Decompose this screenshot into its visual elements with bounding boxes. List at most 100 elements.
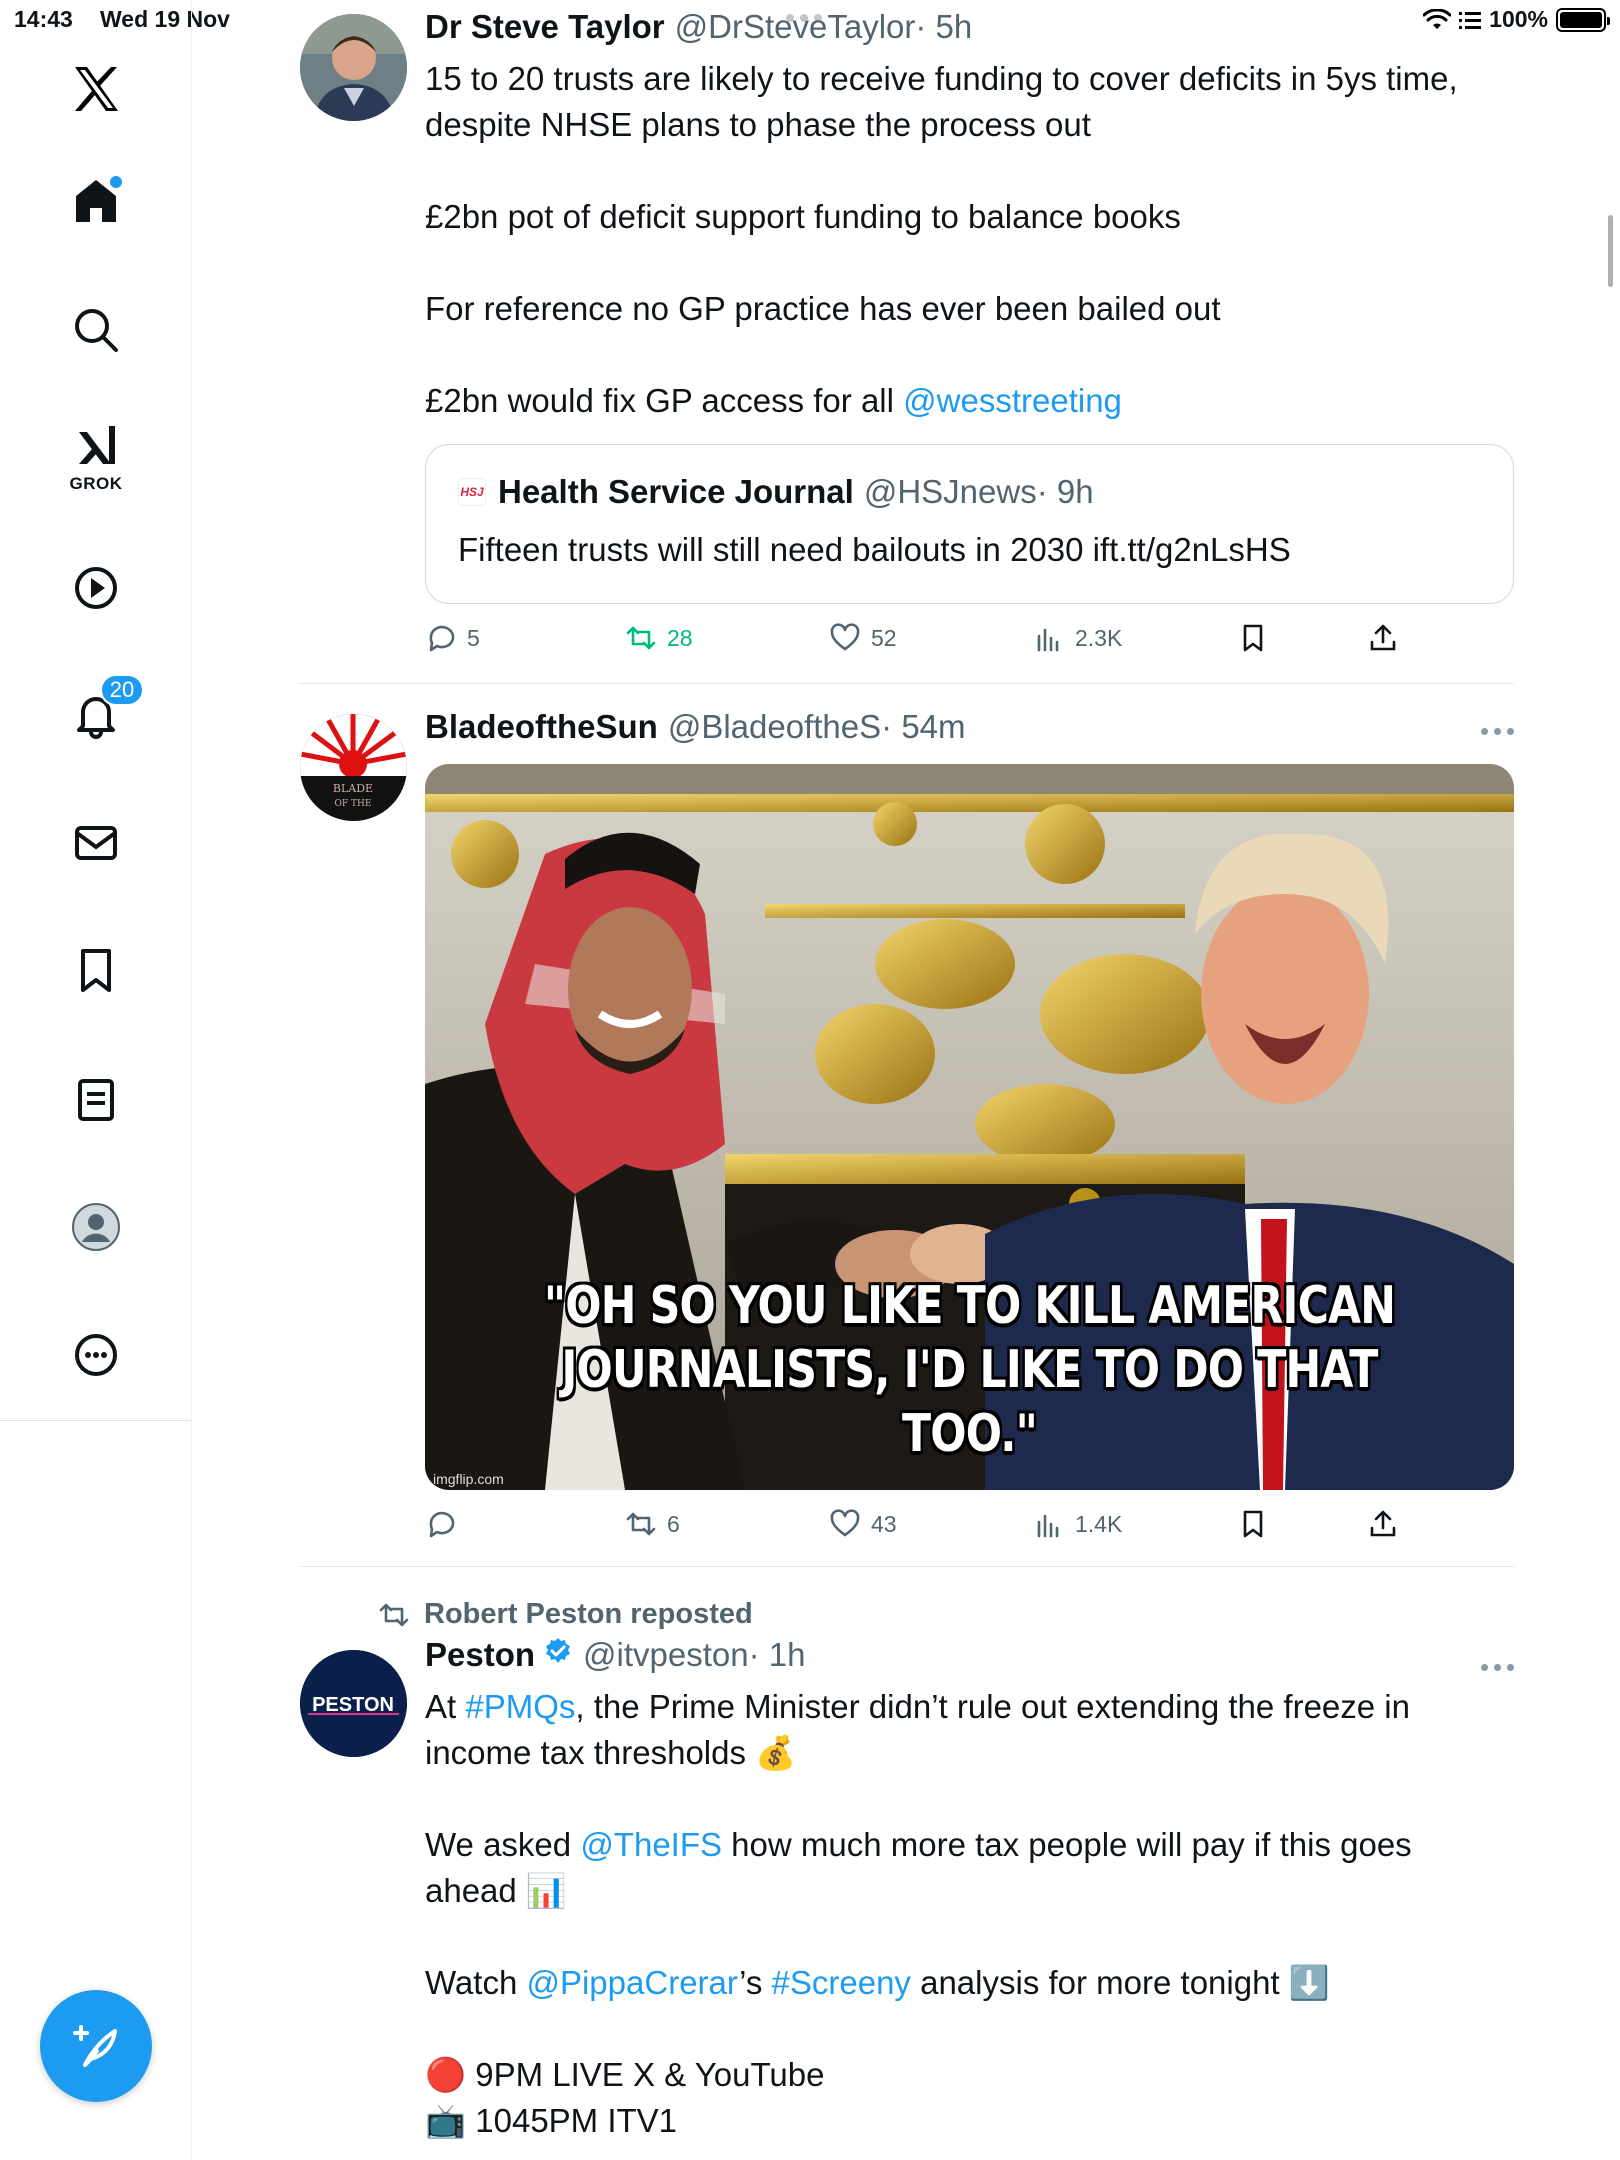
post-line: despite NHSE plans to phase the process … (425, 106, 1091, 143)
post-line: £2bn pot of deficit support funding to b… (425, 198, 1181, 235)
avatar[interactable] (300, 14, 407, 121)
views-button[interactable]: 2.3K (1033, 622, 1122, 654)
grok-label: GROK (69, 474, 123, 493)
reply-button[interactable] (425, 1508, 467, 1540)
avatar[interactable]: BLADE OF THE (300, 714, 407, 821)
repost-button[interactable]: 28 (625, 622, 693, 654)
image-caption-line: JOURNALISTS, I'D LIKE TO DO THAT TOO." (561, 1340, 1378, 1464)
repost-icon (626, 1512, 656, 1536)
reply-icon (429, 1511, 455, 1538)
post-divider (300, 1566, 1514, 1567)
post-line: £2bn would fix GP access for all @wesstr… (425, 378, 1514, 424)
post-text-segment: £2bn would fix GP access for all (425, 382, 904, 419)
sidebar-item-messages[interactable] (46, 798, 146, 888)
repost-indicator: Robert Peston reposted (378, 1598, 753, 1631)
bookmark-button[interactable] (1237, 622, 1269, 654)
unread-dot (110, 176, 122, 188)
post-body: At #PMQs, the Prime Minister didn’t rule… (425, 1684, 1514, 2144)
avatar[interactable]: PESTON (300, 1650, 407, 1757)
scrollbar-thumb[interactable] (1608, 215, 1613, 287)
reply-count: 5 (467, 624, 480, 651)
sidebar-divider (0, 1420, 192, 1421)
like-count: 52 (871, 624, 897, 651)
sidebar-item-lists[interactable] (46, 1055, 146, 1145)
author-name[interactable]: Dr Steve Taylor (425, 8, 665, 46)
repost-button[interactable]: 6 (625, 1508, 680, 1540)
compose-button[interactable] (40, 1990, 152, 2102)
sidebar-item-notifications[interactable]: 20 (46, 670, 146, 760)
quote-author-name: Health Service Journal (498, 473, 854, 510)
post-time[interactable]: · 5h (915, 8, 972, 46)
play-icon (75, 567, 117, 609)
orientation-lock-icon (1459, 11, 1482, 29)
avatar-text: PESTON (312, 1694, 394, 1716)
mention-link[interactable]: @PippaCrerar (526, 1964, 739, 2001)
views-count: 2.3K (1075, 624, 1123, 651)
post-header: Dr Steve Taylor @DrSteveTaylor · 5h (425, 8, 972, 46)
author-handle[interactable]: @BladeoftheS (668, 708, 881, 746)
share-button[interactable] (1367, 1508, 1399, 1540)
svg-text:OF THE: OF THE (335, 799, 372, 809)
post-image[interactable]: imgflip.com "OH SO YOU LIKE TO KILL AMER… (425, 764, 1514, 1490)
views-button[interactable]: 1.4K (1033, 1508, 1122, 1540)
quote-text: Fifteen trusts will still need bailouts … (458, 531, 1291, 568)
post-body: 15 to 20 trusts are likely to receive fu… (425, 56, 1514, 424)
views-icon (1037, 1514, 1059, 1538)
views-icon (1037, 628, 1059, 652)
sidebar-item-bookmarks[interactable] (46, 925, 146, 1015)
avatar-text: BLADE (333, 782, 373, 795)
more-icon (75, 1334, 117, 1376)
post-line: 🔴 9PM LIVE X & YouTube (425, 2056, 825, 2093)
x-logo-icon[interactable] (46, 44, 146, 134)
repost-count: 28 (667, 624, 693, 651)
share-icon (1370, 1510, 1396, 1537)
sidebar-item-more[interactable] (46, 1310, 146, 1400)
bookmark-icon (1243, 1510, 1263, 1538)
battery-percent: 100% (1489, 6, 1548, 32)
post-line: income tax thresholds 💰 (425, 1734, 797, 1771)
author-name[interactable]: Peston (425, 1636, 535, 1674)
post-line: For reference no GP practice has ever be… (425, 290, 1221, 327)
reply-button[interactable]: 5 (425, 622, 480, 654)
search-icon (75, 309, 118, 352)
bookmark-icon (81, 949, 111, 992)
image-caption-line: "OH SO YOU LIKE TO KILL AMERICAN (543, 1276, 1396, 1336)
sidebar-item-video[interactable] (46, 543, 146, 633)
image-watermark: imgflip.com (433, 1471, 504, 1487)
hashtag-link[interactable]: #Screeny (772, 1964, 911, 2001)
quote-tweet[interactable]: HSJ Health Service Journal @HSJnews · 9h… (425, 444, 1514, 604)
avatar-icon (72, 1203, 120, 1251)
post-line: ahead 📊 (425, 1872, 568, 1909)
reposted-by[interactable]: Robert Peston reposted (424, 1598, 753, 1631)
post-line: Watch @PippaCrerar’s #Screeny analysis f… (425, 1964, 1330, 2001)
post-time[interactable]: · 54m (881, 708, 965, 746)
post-line: 15 to 20 trusts are likely to receive fu… (425, 60, 1458, 97)
author-handle[interactable]: @itvpeston (583, 1636, 749, 1674)
post-time[interactable]: · 1h (749, 1636, 806, 1674)
like-button[interactable]: 52 (829, 622, 897, 654)
repost-icon (379, 1603, 409, 1626)
more-options-icon[interactable] (1481, 728, 1514, 735)
share-button[interactable] (1367, 622, 1399, 654)
grok-icon (79, 426, 115, 464)
author-handle[interactable]: @DrSteveTaylor (675, 8, 916, 46)
bookmark-button[interactable] (1237, 1508, 1269, 1540)
quote-time: · 9h (1036, 473, 1094, 510)
like-count: 43 (871, 1510, 897, 1537)
verified-badge-icon (546, 1638, 571, 1663)
sidebar-nav: GROK 20 (0, 0, 192, 2160)
heart-icon (830, 623, 860, 651)
author-name[interactable]: BladeoftheSun (425, 708, 658, 746)
more-options-icon[interactable] (1481, 1664, 1514, 1671)
reply-icon (429, 625, 455, 652)
sidebar-item-grok[interactable]: GROK (46, 410, 146, 500)
like-button[interactable]: 43 (829, 1508, 897, 1540)
sidebar-item-explore[interactable] (46, 285, 146, 375)
compose-feather-icon (73, 2025, 117, 2067)
mention-link[interactable]: @wesstreeting (903, 382, 1122, 419)
hashtag-link[interactable]: #PMQs (465, 1688, 575, 1725)
post-header: Peston @itvpeston · 1h (425, 1636, 806, 1674)
mention-link[interactable]: @TheIFS (580, 1826, 722, 1863)
sidebar-item-profile[interactable] (46, 1182, 146, 1272)
sidebar-item-home[interactable] (46, 156, 146, 246)
